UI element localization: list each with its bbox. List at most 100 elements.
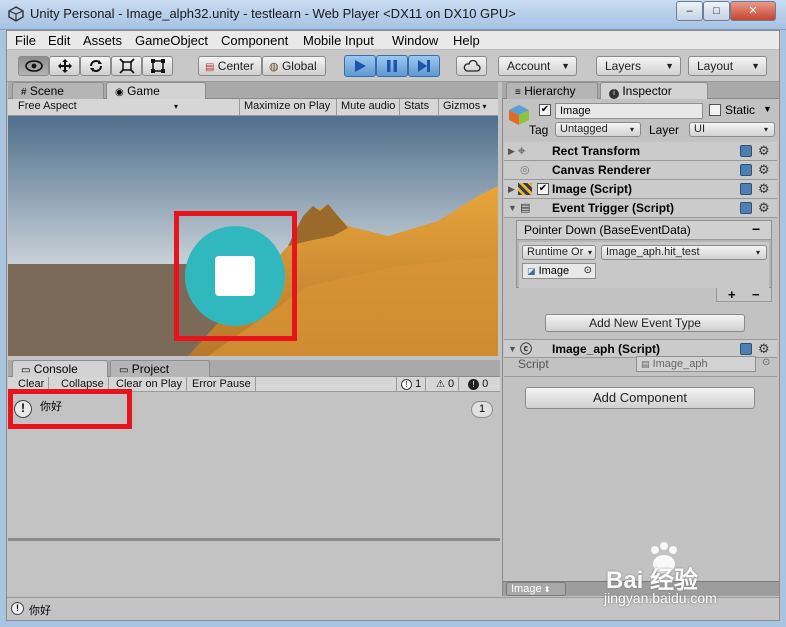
console-log-list: ! 你好 1 — [8, 389, 500, 538]
layer-dropdown[interactable]: UI ▾ — [689, 122, 775, 137]
gear-icon[interactable]: ⚙ — [758, 199, 770, 217]
gear-icon[interactable]: ⚙ — [758, 161, 770, 179]
tag-label: Tag — [529, 123, 549, 137]
active-checkbox[interactable]: ✔ — [539, 104, 551, 116]
script-reference-field: ▤ Image_aph — [636, 356, 756, 372]
static-dropdown-arrow-icon[interactable]: ▼ — [763, 104, 772, 114]
component-rect-transform[interactable]: ▶ ⌖ Rect Transform ⚙ — [504, 142, 777, 161]
preview-object-dropdown[interactable]: Image ⬍ — [506, 582, 566, 596]
tab-inspector[interactable]: i Inspector — [600, 82, 708, 99]
scale-tool-button[interactable] — [111, 56, 142, 76]
play-button[interactable] — [344, 55, 376, 77]
object-picker-icon[interactable]: ⊙ — [584, 264, 592, 278]
tab-hierarchy[interactable]: ≡ Hierarchy — [506, 82, 598, 99]
component-image-script[interactable]: ▶ ✔ Image (Script) ⚙ — [504, 180, 777, 199]
menu-window[interactable]: Window — [392, 33, 438, 48]
foldout-arrow-icon: ▶ — [508, 146, 515, 156]
game-view-toolbar: Free Aspect ▾ Maximize on Play Mute audio… — [8, 99, 498, 116]
play-icon — [355, 60, 366, 72]
dropdown-arrow-icon: ▼ — [665, 61, 674, 71]
rect-tool-button[interactable] — [142, 56, 173, 76]
image-enabled-checkbox[interactable]: ✔ — [537, 183, 549, 195]
remove-callback-button[interactable]: − — [752, 287, 760, 302]
status-message: 你好 — [29, 605, 51, 617]
menu-assets[interactable]: Assets — [83, 33, 122, 48]
runtime-mode-dropdown[interactable]: Runtime Or ▾ — [522, 245, 596, 260]
menu-mobile-input[interactable]: Mobile Input — [303, 33, 374, 48]
mute-audio-toggle[interactable]: Mute audio — [336, 99, 399, 115]
component-canvas-renderer[interactable]: ◎ Canvas Renderer ⚙ — [504, 161, 777, 180]
tab-project[interactable]: ▭ Project — [110, 360, 210, 377]
pause-button[interactable] — [376, 55, 408, 77]
gameobject-cube-icon — [507, 103, 531, 127]
help-book-icon[interactable] — [740, 343, 752, 355]
step-button[interactable] — [408, 55, 440, 77]
gear-icon[interactable]: ⚙ — [758, 180, 770, 198]
cloud-icon — [463, 59, 481, 72]
gizmos-dropdown[interactable]: Gizmos ▾ — [438, 99, 494, 115]
remove-event-button[interactable]: − — [752, 221, 760, 237]
pivot-center-button[interactable]: ▤ Center — [198, 56, 262, 76]
minimize-button[interactable]: – — [676, 1, 703, 21]
warning-filter-toggle[interactable]: ⚠ 0 — [432, 377, 460, 391]
menu-file[interactable]: File — [15, 33, 36, 48]
image-component-icon — [518, 183, 532, 195]
rotate-tool-button[interactable] — [80, 56, 111, 76]
component-event-trigger[interactable]: ▼ ▤ Event Trigger (Script) ⚙ — [504, 199, 777, 218]
stats-toggle[interactable]: Stats — [399, 99, 433, 115]
game-view[interactable] — [8, 116, 498, 356]
add-callback-button[interactable]: + — [728, 287, 736, 302]
aspect-dropdown[interactable]: Free Aspect ▾ — [14, 99, 182, 115]
folder-icon: ▭ — [119, 365, 129, 376]
event-function-dropdown[interactable]: Image_aph.hit_test ▾ — [601, 245, 767, 260]
layer-label: Layer — [649, 123, 680, 137]
menu-component[interactable]: Component — [221, 33, 288, 48]
error-icon: ! — [468, 379, 479, 390]
info-filter-toggle[interactable]: ! 1 — [396, 377, 427, 391]
menu-edit[interactable]: Edit — [48, 33, 70, 48]
help-book-icon[interactable] — [740, 145, 752, 157]
menu-bar: File Edit Assets GameObject Component Mo… — [7, 31, 779, 50]
maximize-on-play-toggle[interactable]: Maximize on Play — [239, 99, 334, 115]
help-book-icon[interactable] — [740, 202, 752, 214]
help-book-icon[interactable] — [740, 164, 752, 176]
warning-icon: ⚠ — [436, 379, 445, 390]
tab-game[interactable]: ◉ Game — [106, 82, 206, 99]
error-filter-toggle[interactable]: ! 0 — [464, 377, 492, 391]
dropdown-arrow-icon: ▾ — [587, 248, 592, 257]
gear-icon[interactable]: ⚙ — [758, 340, 770, 358]
tab-scene[interactable]: # Scene — [12, 82, 104, 99]
watermark-url: jingyan.baidu.com — [604, 590, 717, 606]
help-book-icon[interactable] — [740, 183, 752, 195]
event-target-object-field[interactable]: ◪ Image ⊙ — [522, 263, 596, 279]
cloud-button[interactable] — [456, 56, 487, 76]
tag-dropdown[interactable]: Untagged ▾ — [555, 122, 641, 137]
scene-icon: # — [21, 87, 27, 98]
add-component-button[interactable]: Add Component — [525, 387, 755, 409]
menu-help[interactable]: Help — [453, 33, 480, 48]
dropdown-arrow-icon: ▾ — [480, 102, 487, 111]
layout-dropdown[interactable]: Layout ▼ — [688, 56, 767, 76]
main-toolbar: ▤ Center ◍ Global Account ▼ Layers ▼ Layou… — [7, 50, 779, 82]
error-pause-toggle[interactable]: Error Pause — [188, 377, 256, 391]
static-checkbox[interactable] — [709, 104, 721, 116]
menu-gameobject[interactable]: GameObject — [135, 33, 208, 48]
center-icon: ▤ — [205, 62, 215, 73]
eye-icon — [24, 60, 43, 72]
layers-dropdown[interactable]: Layers ▼ — [596, 56, 681, 76]
info-icon: ! — [401, 379, 412, 390]
window-titlebar: Unity Personal - Image_alph32.unity - te… — [0, 0, 786, 30]
gear-icon[interactable]: ⚙ — [758, 142, 770, 160]
close-button[interactable]: ✕ — [730, 1, 776, 21]
maximize-button[interactable]: □ — [703, 1, 730, 21]
tab-console[interactable]: ▭ Console — [12, 360, 108, 377]
add-new-event-type-button[interactable]: Add New Event Type — [545, 314, 745, 332]
rotate-icon — [89, 60, 102, 72]
foldout-arrow-icon: ▼ — [508, 203, 517, 213]
dropdown-arrow-icon: ▾ — [173, 102, 178, 111]
object-name-field[interactable]: Image — [555, 103, 703, 119]
move-tool-button[interactable] — [49, 56, 80, 76]
view-tool-button[interactable] — [18, 56, 49, 76]
pivot-global-button[interactable]: ◍ Global — [262, 56, 326, 76]
account-dropdown[interactable]: Account ▼ — [498, 56, 577, 76]
